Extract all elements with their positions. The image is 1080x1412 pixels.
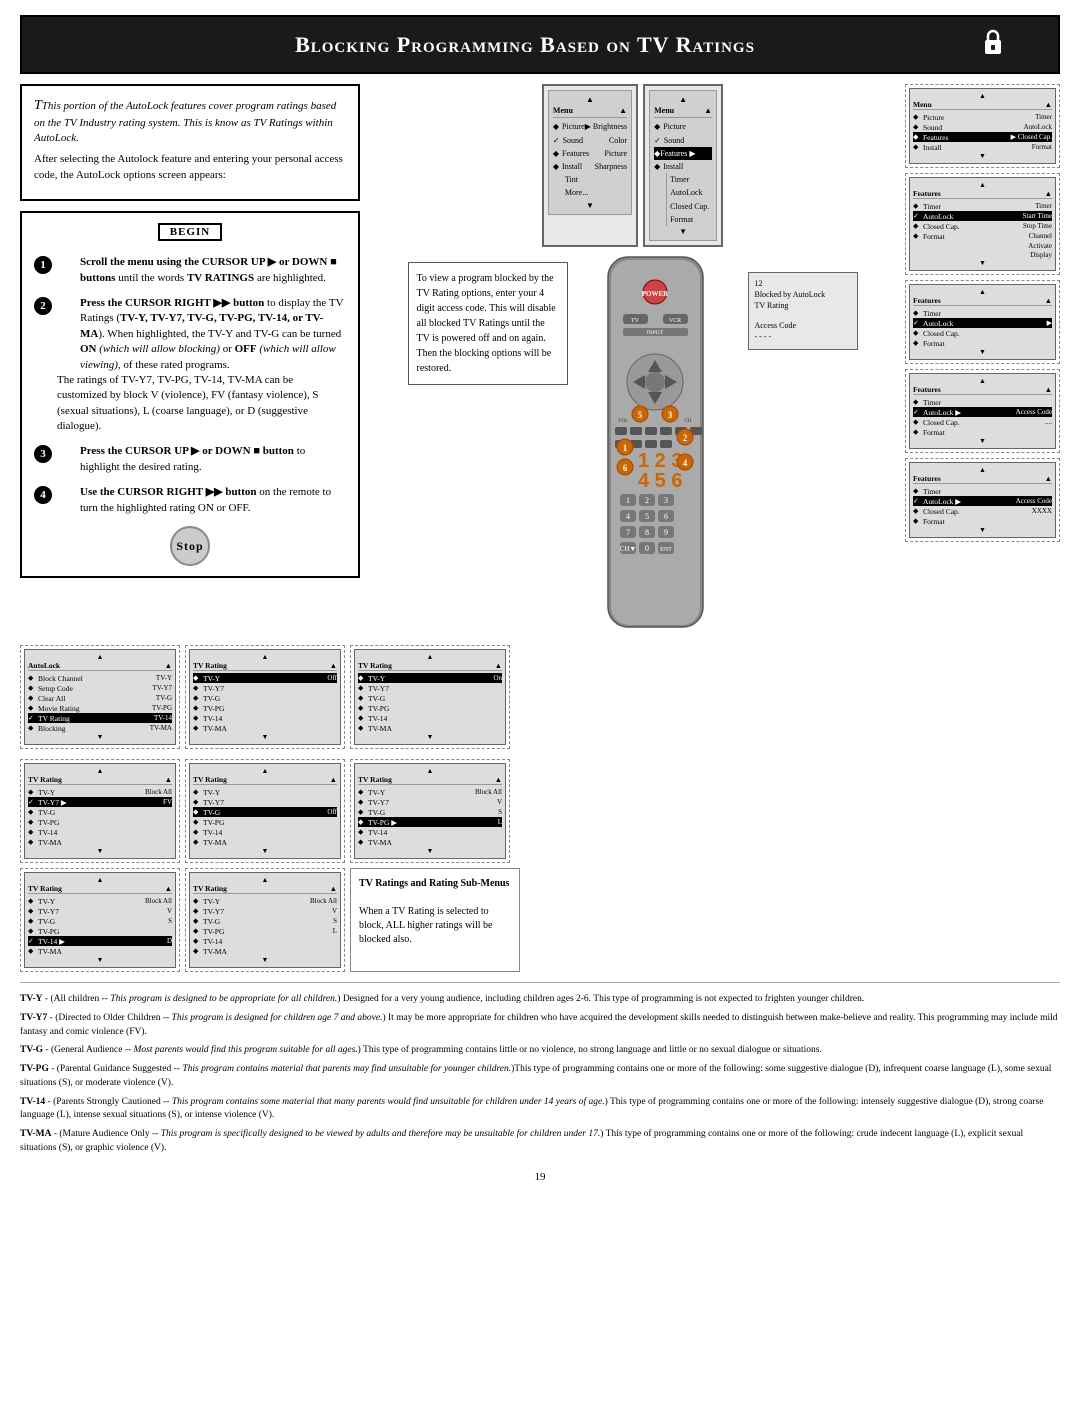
tv14-d2-box: ▲ TV Rating▲ ◆TV-YBlock All ◆TV-Y7V ◆TV-…	[185, 868, 345, 972]
svg-text:3: 3	[664, 496, 668, 505]
svg-text:POWER: POWER	[641, 290, 668, 298]
tv-pg-vsl-box: ▲ TV Rating▲ ◆TV-YBlock All ◆TV-Y7V ◆TV-…	[350, 759, 510, 863]
ratings-descriptions: TV-Y - (All children -- This program is …	[20, 993, 1060, 1161]
step-4: 4 Use the CURSOR RIGHT ▶▶ button on the …	[34, 485, 346, 516]
svg-text:6: 6	[664, 512, 668, 521]
svg-text:9: 9	[664, 528, 668, 537]
tv-y7-fv-box: ▲ TV Rating▲ ◆TV-YBlock All ✓TV-Y7 ▶FV ◆…	[20, 759, 180, 863]
right-menu-1: ▲ Menu▲ ◆PictureTimer ◆SoundAutoLock ◆Fe…	[905, 84, 1060, 168]
remote-control: POWER TV VCR INPUT	[578, 252, 738, 635]
bottom-text-area: TV-Y - (All children -- This program is …	[20, 993, 1060, 1161]
stop-badge-area: Stop	[34, 526, 346, 566]
lock-icon	[978, 27, 1008, 62]
step-4-number: 4	[34, 486, 52, 504]
tv-rating-on-box: ▲ TV Rating▲ ◆TV-YOn ◆TV-Y7 ◆TV-G ◆TV-PG…	[350, 645, 510, 749]
screen-line-2: Blocked by AutoLock	[755, 290, 851, 299]
ratings-submenu-info-box: TV Ratings and Rating Sub-Menus When a T…	[350, 868, 520, 972]
svg-text:2: 2	[682, 433, 687, 443]
access-code-label: Access Code	[755, 321, 851, 330]
svg-text:0: 0	[645, 544, 649, 553]
svg-text:4: 4	[682, 458, 687, 468]
step-3: 3 Press the CURSOR UP ▶ or DOWN ■ button…	[34, 444, 346, 475]
step-1: 1 Scroll the menu using the CURSOR UP ▶ …	[34, 255, 346, 286]
svg-text:INPUT: INPUT	[646, 330, 663, 336]
autolock-menu-box: ▲ AutoLock▲ ◆Block ChannelTV-Y ◆Setup Co…	[20, 645, 180, 749]
tv-g-desc: TV-G - (General Audience -- Most parents…	[20, 1044, 1060, 1058]
steps-area: BEGIN 1 Scroll the menu using the CURSOR…	[20, 211, 360, 578]
svg-text:4: 4	[626, 512, 630, 521]
main-menu-screen: ▲ Menu▲ ◆ Picture▶ Brightness ✓ Sound Co…	[542, 84, 638, 247]
page-number: 19	[20, 1171, 1060, 1183]
stop-circle: Stop	[170, 526, 210, 566]
access-code-dots: - - - -	[755, 332, 851, 341]
svg-text:CH: CH	[684, 419, 691, 424]
tv-ma-desc: TV-MA - (Mature Audience Only -- This pr…	[20, 1128, 1060, 1156]
rating-row-2: ▲ TV Rating▲ ◆TV-YBlock All ✓TV-Y7 ▶FV ◆…	[20, 759, 1060, 863]
intro-para1: TThis portion of the AutoLock features c…	[34, 96, 346, 146]
svg-text:6: 6	[622, 463, 627, 473]
page-title: Blocking Programming Based on TV Ratings	[72, 32, 978, 58]
svg-text:CH▼: CH▼	[619, 545, 636, 553]
tv-g-off-box: ▲ TV Rating▲ ◆TV-Y ◆TV-Y7 ◆TV-GOff ◆TV-P…	[185, 759, 345, 863]
right-menu-2: ▲ Features▲ ◆TimerTimer ✓AutoLockStart T…	[905, 173, 1060, 275]
svg-text:VOL: VOL	[617, 419, 627, 424]
bottom-section: ▲ AutoLock▲ ◆Block ChannelTV-Y ◆Setup Co…	[20, 645, 1060, 1188]
right-column: ▲ Menu▲ ◆PictureTimer ◆SoundAutoLock ◆Fe…	[905, 84, 1060, 635]
rating-row-3: ▲ TV Rating▲ ◆TV-YBlock All ◆TV-Y7V ◆TV-…	[20, 868, 1060, 972]
svg-text:ENT: ENT	[660, 547, 672, 553]
step-2-text: Press the CURSOR RIGHT ▶▶ button to disp…	[80, 296, 346, 373]
svg-text:7: 7	[626, 528, 630, 537]
svg-text:VCR: VCR	[668, 318, 680, 324]
rating-row-1: ▲ AutoLock▲ ◆Block ChannelTV-Y ◆Setup Co…	[20, 645, 1060, 749]
instruction-text-box: To view a program blocked by the TV Rati…	[408, 262, 568, 385]
svg-text:1 2 3: 1 2 3	[638, 450, 682, 472]
step-1-text: Scroll the menu using the CURSOR UP ▶ or…	[80, 255, 346, 286]
svg-text:2: 2	[645, 496, 649, 505]
tv-pg-desc: TV-PG - (Parental Guidance Suggested -- …	[20, 1063, 1060, 1091]
step-2-number: 2	[34, 297, 52, 315]
page-header: Blocking Programming Based on TV Ratings	[20, 15, 1060, 74]
intro-para2: After selecting the Autolock feature and…	[34, 152, 346, 183]
top-screens-row: ▲ Menu▲ ◆ Picture▶ Brightness ✓ Sound Co…	[368, 84, 897, 247]
menu-features-screen: ▲ Menu▲ ◆ Picture ✓ Sound ◆ Features▶ ◆ …	[643, 84, 723, 247]
middle-column: ▲ Menu▲ ◆ Picture▶ Brightness ✓ Sound Co…	[368, 84, 897, 635]
screen-line-1: 12	[755, 279, 851, 288]
tv-rating-off-box: ▲ TV Rating▲ ◆TV-YOff ◆TV-Y7 ◆TV-G ◆TV-P…	[185, 645, 345, 749]
svg-text:TV: TV	[631, 318, 640, 324]
right-menu-4: ▲ Features▲ ◆Timer ✓AutoLock ▶Access Cod…	[905, 369, 1060, 453]
svg-text:1: 1	[626, 496, 630, 505]
step-1-number: 1	[34, 256, 52, 274]
right-menu-3: ▲ Features▲ ◆Timer ✓AutoLock▶ ◆Closed Ca…	[905, 280, 1060, 364]
right-menu-5: ▲ Features▲ ◆Timer ✓AutoLock ▶Access Cod…	[905, 458, 1060, 542]
step-3-number: 3	[34, 445, 52, 463]
access-code-screen: 12 Blocked by AutoLock TV Rating Access …	[748, 272, 858, 350]
step-4-text: Use the CURSOR RIGHT ▶▶ button on the re…	[80, 485, 346, 516]
svg-text:4 5 6: 4 5 6	[638, 470, 682, 492]
begin-badge: BEGIN	[158, 223, 222, 241]
svg-text:3: 3	[667, 410, 672, 420]
main-content: TThis portion of the AutoLock features c…	[20, 84, 1060, 635]
svg-text:1: 1	[622, 443, 627, 453]
remote-area: To view a program blocked by the TV Rati…	[368, 252, 897, 635]
step-3-text: Press the CURSOR UP ▶ or DOWN ■ button t…	[80, 444, 346, 475]
svg-text:5: 5	[645, 512, 649, 521]
tv-y-desc: TV-Y - (All children -- This program is …	[20, 993, 1060, 1007]
intro-box: TThis portion of the AutoLock features c…	[20, 84, 360, 201]
instruction-text: To view a program blocked by the TV Rati…	[417, 271, 559, 376]
tv-14-desc: TV-14 - (Parents Strongly Cautioned -- T…	[20, 1096, 1060, 1124]
screen-line-3: TV Rating	[755, 301, 851, 310]
step-2: 2 Press the CURSOR RIGHT ▶▶ button to di…	[34, 296, 346, 435]
tv14-d1-box: ▲ TV Rating▲ ◆TV-YBlock All ◆TV-Y7V ◆TV-…	[20, 868, 180, 972]
step-2-extra: The ratings of TV-Y7, TV-PG, TV-14, TV-M…	[57, 373, 346, 435]
svg-text:5: 5	[637, 410, 642, 420]
left-column: TThis portion of the AutoLock features c…	[20, 84, 360, 635]
svg-text:8: 8	[645, 528, 649, 537]
divider	[20, 982, 1060, 983]
tv-y7-desc: TV-Y7 - (Directed to Older Children -- T…	[20, 1012, 1060, 1040]
